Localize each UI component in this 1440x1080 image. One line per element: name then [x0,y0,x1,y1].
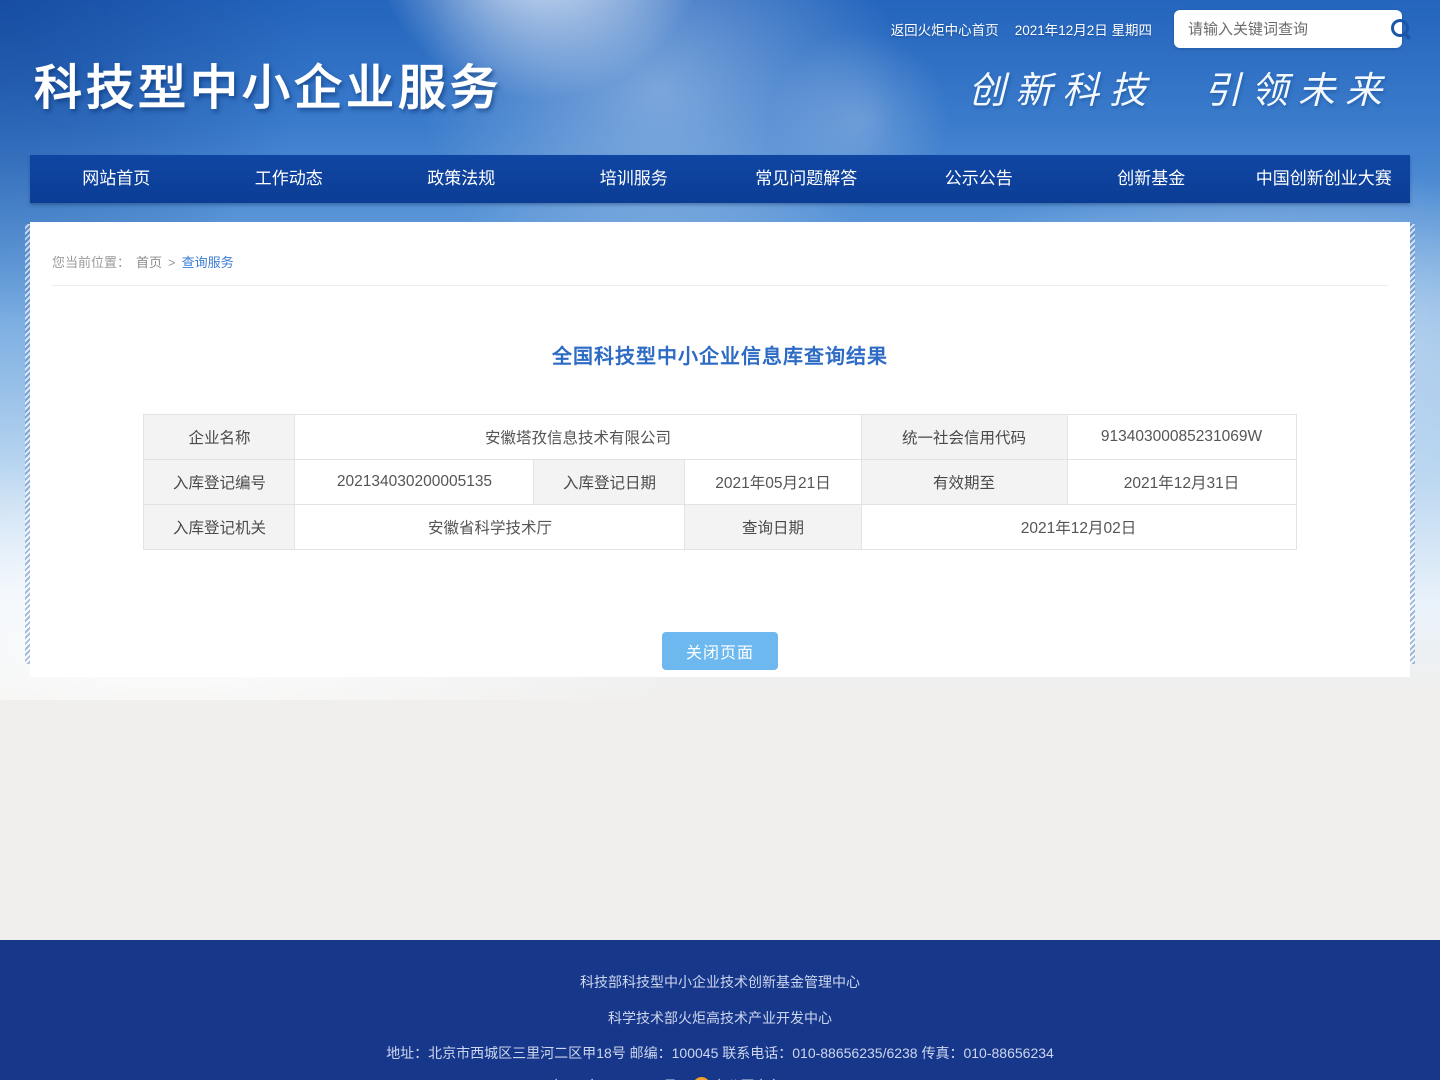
nav-item-work-news[interactable]: 工作动态 [203,155,376,203]
footer-org-line-2: 科学技术部火炬高技术产业开发中心 [0,1008,1440,1028]
footer-org-line-1: 科技部科技型中小企业技术创新基金管理中心 [0,940,1440,992]
search-icon[interactable] [1389,17,1413,41]
breadcrumb-divider [52,285,1388,286]
nav-item-home[interactable]: 网站首页 [30,155,203,203]
nav-item-faq[interactable]: 常见问题解答 [720,155,893,203]
footer-icp-line: 京ICP备13019302号-1 京公网安备11010202007048 [0,1076,1440,1080]
page: 返回火炬中心首页 2021年12月2日 星期四 科技型中小企业服务 创新科技 引… [0,0,1440,1080]
return-torch-home-link[interactable]: 返回火炬中心首页 [891,19,999,39]
query-result-table: 企业名称 安徽塔孜信息技术有限公司 统一社会信用代码 9134030008523… [143,414,1296,550]
site-title: 科技型中小企业服务 [34,48,502,118]
valid-until-value: 2021年12月31日 [1067,460,1296,505]
nav-item-innovation-fund[interactable]: 创新基金 [1065,155,1238,203]
credit-code-label: 统一社会信用代码 [861,415,1067,460]
nav-item-policies[interactable]: 政策法规 [375,155,548,203]
registration-date-value: 2021年05月21日 [685,460,861,505]
current-date: 2021年12月2日 星期四 [1015,19,1152,39]
breadcrumb-separator: > [168,255,176,270]
slogan: 创新科技 引领未来 [968,60,1392,114]
table-row: 入库登记编号 202134030200005135 入库登记日期 2021年05… [144,460,1296,505]
nav-item-competition[interactable]: 中国创新创业大赛 [1238,155,1411,203]
query-date-value: 2021年12月02日 [861,505,1296,550]
credit-code-value: 91340300085231069W [1067,415,1296,460]
valid-until-label: 有效期至 [861,460,1067,505]
police-emblem-icon [693,1077,710,1080]
registration-number-value: 202134030200005135 [295,460,534,505]
footer: 科技部科技型中小企业技术创新基金管理中心 科学技术部火炬高技术产业开发中心 地址… [0,940,1440,1080]
table-row: 企业名称 安徽塔孜信息技术有限公司 统一社会信用代码 9134030008523… [144,415,1296,460]
search-input[interactable] [1186,20,1389,39]
company-name-value: 安徽塔孜信息技术有限公司 [295,415,861,460]
top-links: 返回火炬中心首页 2021年12月2日 星期四 [891,19,1152,39]
icp-record-link[interactable]: 京ICP备13019302号-1 [549,1076,689,1080]
search-box[interactable] [1174,10,1402,48]
query-date-label: 查询日期 [685,505,861,550]
registration-authority-label: 入库登记机关 [144,505,295,550]
company-name-label: 企业名称 [144,415,295,460]
breadcrumb-prefix: 您当前位置： [52,255,130,270]
page-title: 全国科技型中小企业信息库查询结果 [30,340,1410,369]
registration-number-label: 入库登记编号 [144,460,295,505]
main-nav: 网站首页 工作动态 政策法规 培训服务 常见问题解答 公示公告 创新基金 中国创… [30,155,1410,203]
breadcrumb-home-link[interactable]: 首页 [136,255,162,270]
content-panel: 您当前位置： 首页 > 查询服务 全国科技型中小企业信息库查询结果 企业名称 安徽塔孜… [30,222,1410,677]
nav-item-announcements[interactable]: 公示公告 [893,155,1066,203]
close-page-button[interactable]: 关闭页面 [662,632,778,670]
police-record-link[interactable]: 京公网安备11010202007048 [713,1076,891,1080]
registration-authority-value: 安徽省科学技术厅 [295,505,685,550]
registration-date-label: 入库登记日期 [534,460,685,505]
footer-contact-line: 地址：北京市西城区三里河二区甲18号 邮编：100045 联系电话：010-88… [0,1043,1440,1063]
breadcrumb-current-link[interactable]: 查询服务 [182,255,234,270]
nav-item-training[interactable]: 培训服务 [548,155,721,203]
breadcrumb: 您当前位置： 首页 > 查询服务 [52,252,1410,271]
table-row: 入库登记机关 安徽省科学技术厅 查询日期 2021年12月02日 [144,505,1296,550]
